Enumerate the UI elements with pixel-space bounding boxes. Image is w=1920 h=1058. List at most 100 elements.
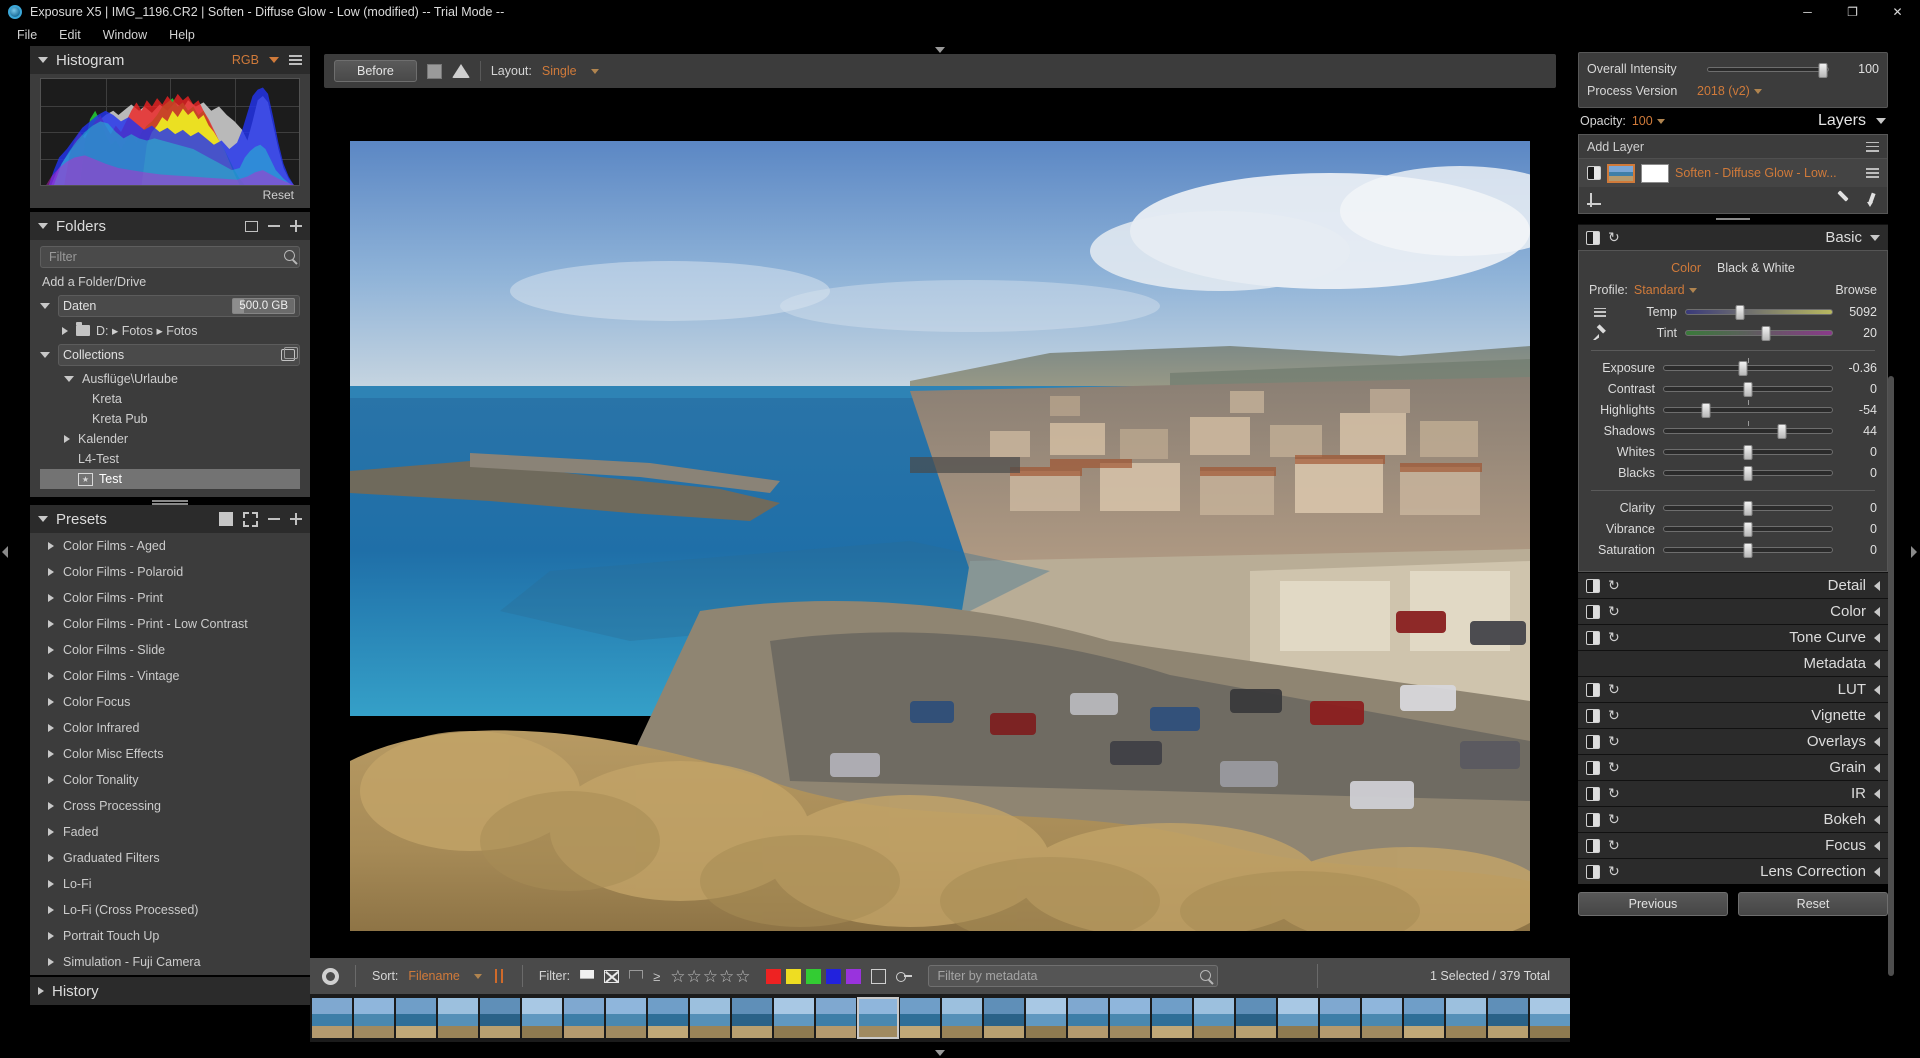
chevron-left-icon[interactable] — [1911, 546, 1917, 558]
layer-visibility-icon[interactable] — [1587, 166, 1601, 180]
filmstrip-thumbnail[interactable] — [1530, 998, 1570, 1038]
chevron-left-icon[interactable] — [1874, 736, 1880, 747]
gear-icon[interactable] — [322, 967, 339, 985]
keyword-icon[interactable] — [896, 970, 913, 982]
basic-section-header[interactable]: ↻ Basic — [1578, 224, 1888, 250]
filmstrip-thumbnail[interactable] — [312, 998, 352, 1038]
preset-item[interactable]: Cross Processing — [30, 793, 310, 819]
reset-icon[interactable]: ↻ — [1608, 812, 1623, 827]
histogram-header[interactable]: Histogram RGB — [30, 46, 310, 74]
chevron-down-icon[interactable] — [1656, 118, 1665, 124]
chevron-right-icon[interactable] — [48, 568, 54, 576]
section-header-focus[interactable]: ↻ Focus — [1578, 832, 1888, 858]
preset-item[interactable]: Color Tonality — [30, 767, 310, 793]
slider-row-vibrance[interactable]: Vibrance 0 — [1589, 519, 1877, 539]
chevron-right-icon[interactable] — [48, 854, 54, 862]
chevron-left-icon[interactable] — [1874, 710, 1880, 721]
chevron-left-icon[interactable] — [1874, 658, 1880, 669]
brush-icon[interactable] — [1863, 192, 1879, 208]
section-toggle-icon[interactable] — [1586, 578, 1600, 593]
slider-handle[interactable] — [1818, 62, 1828, 78]
color-label-swatch[interactable] — [766, 968, 782, 984]
section-header-overlays[interactable]: ↻ Overlays — [1578, 728, 1888, 754]
filmstrip-thumbnail[interactable] — [1068, 998, 1108, 1038]
slider-handle[interactable] — [1743, 445, 1753, 460]
chevron-right-icon[interactable] — [48, 932, 54, 940]
section-header-bokeh[interactable]: ↻ Bokeh — [1578, 806, 1888, 832]
chevron-left-icon[interactable] — [1874, 814, 1880, 825]
collapse-all-icon[interactable] — [268, 225, 280, 227]
right-panel-splitter[interactable] — [1578, 214, 1888, 224]
bottom-panel-handle[interactable] — [310, 1048, 1570, 1058]
slider-track[interactable] — [1685, 326, 1833, 341]
collection-item-kreta[interactable]: Kreta — [40, 389, 300, 409]
slider-track[interactable] — [1663, 382, 1833, 397]
chevron-right-icon[interactable] — [48, 672, 54, 680]
section-toggle-icon[interactable] — [1586, 230, 1600, 245]
section-header-lens-correction[interactable]: ↻ Lens Correction — [1578, 858, 1888, 884]
menu-item-help[interactable]: Help — [158, 26, 206, 44]
color-label-swatches[interactable] — [766, 968, 862, 984]
preset-item[interactable]: Color Misc Effects — [30, 741, 310, 767]
chevron-down-icon[interactable] — [1876, 118, 1886, 124]
chevron-right-icon[interactable] — [48, 594, 54, 602]
reset-icon[interactable]: ↻ — [1608, 786, 1623, 801]
histogram-mode-label[interactable]: RGB — [232, 53, 259, 67]
section-header-ir[interactable]: ↻ IR — [1578, 780, 1888, 806]
color-label-none-icon[interactable] — [871, 968, 887, 984]
slider-row-contrast[interactable]: Contrast 0 — [1589, 379, 1877, 399]
filmstrip-thumbnail[interactable] — [774, 998, 814, 1038]
slider-handle[interactable] — [1761, 326, 1771, 341]
star-icon[interactable]: ☆ — [719, 968, 734, 985]
eraser-icon[interactable] — [1835, 192, 1851, 208]
collections-row[interactable]: Collections — [40, 344, 300, 366]
previous-button[interactable]: Previous — [1578, 892, 1728, 916]
menu-icon[interactable] — [1866, 168, 1879, 178]
filmstrip-thumbnails[interactable] — [310, 994, 1570, 1042]
sort-direction-icon[interactable] — [492, 967, 506, 985]
slider-row-exposure[interactable]: Exposure -0.36 — [1589, 358, 1877, 378]
chevron-left-icon[interactable] — [1874, 606, 1880, 617]
filmstrip-thumbnail[interactable] — [648, 998, 688, 1038]
compare-single-icon[interactable] — [426, 63, 442, 79]
collection-group-ausfluege[interactable]: Ausflüge\Urlaube — [40, 369, 300, 389]
chevron-right-icon[interactable] — [62, 326, 68, 335]
section-toggle-icon[interactable] — [1586, 630, 1600, 645]
overall-intensity-row[interactable]: Overall Intensity 100 — [1587, 58, 1879, 80]
reset-icon[interactable]: ↻ — [1608, 578, 1623, 593]
chevron-right-icon[interactable] — [48, 958, 54, 966]
chevron-right-icon[interactable] — [48, 802, 54, 810]
chevron-left-icon[interactable] — [1874, 762, 1880, 773]
reset-button[interactable]: Reset — [1738, 892, 1888, 916]
chevron-right-icon[interactable] — [48, 646, 54, 654]
chevron-right-icon[interactable] — [48, 724, 54, 732]
filmstrip-thumbnail[interactable] — [1320, 998, 1360, 1038]
slider-row-highlights[interactable]: Highlights -54 — [1589, 400, 1877, 420]
flag-rejected-icon[interactable] — [604, 969, 620, 983]
preset-item[interactable]: Color Films - Vintage — [30, 663, 310, 689]
chevron-right-icon[interactable] — [48, 776, 54, 784]
preset-item[interactable]: Color Films - Aged — [30, 533, 310, 559]
menu-icon[interactable] — [1589, 307, 1611, 317]
drive-row[interactable]: Daten 500.0 GB — [40, 295, 300, 317]
preset-item[interactable]: Color Films - Print — [30, 585, 310, 611]
filmstrip-thumbnail[interactable] — [522, 998, 562, 1038]
sort-value[interactable]: Filename — [408, 969, 459, 983]
preset-preview-icon[interactable] — [219, 512, 233, 526]
slider-handle[interactable] — [1735, 305, 1745, 320]
slider-track[interactable] — [1663, 501, 1833, 516]
chevron-left-icon[interactable] — [1874, 866, 1880, 877]
filmstrip-thumbnail[interactable] — [1362, 998, 1402, 1038]
panel-splitter[interactable] — [30, 497, 310, 505]
section-toggle-icon[interactable] — [1586, 812, 1600, 827]
photo-preview[interactable] — [350, 141, 1530, 931]
reset-icon[interactable]: ↻ — [1608, 230, 1623, 245]
slider-handle[interactable] — [1743, 522, 1753, 537]
filmstrip-thumbnail[interactable] — [1026, 998, 1066, 1038]
flag-picked-icon[interactable] — [580, 969, 595, 983]
slider-track[interactable] — [1685, 305, 1833, 320]
reset-icon[interactable]: ↻ — [1608, 682, 1623, 697]
opacity-value[interactable]: 100 — [1632, 114, 1653, 128]
folders-filter-input[interactable] — [40, 246, 300, 268]
preset-item[interactable]: Color Films - Polaroid — [30, 559, 310, 585]
